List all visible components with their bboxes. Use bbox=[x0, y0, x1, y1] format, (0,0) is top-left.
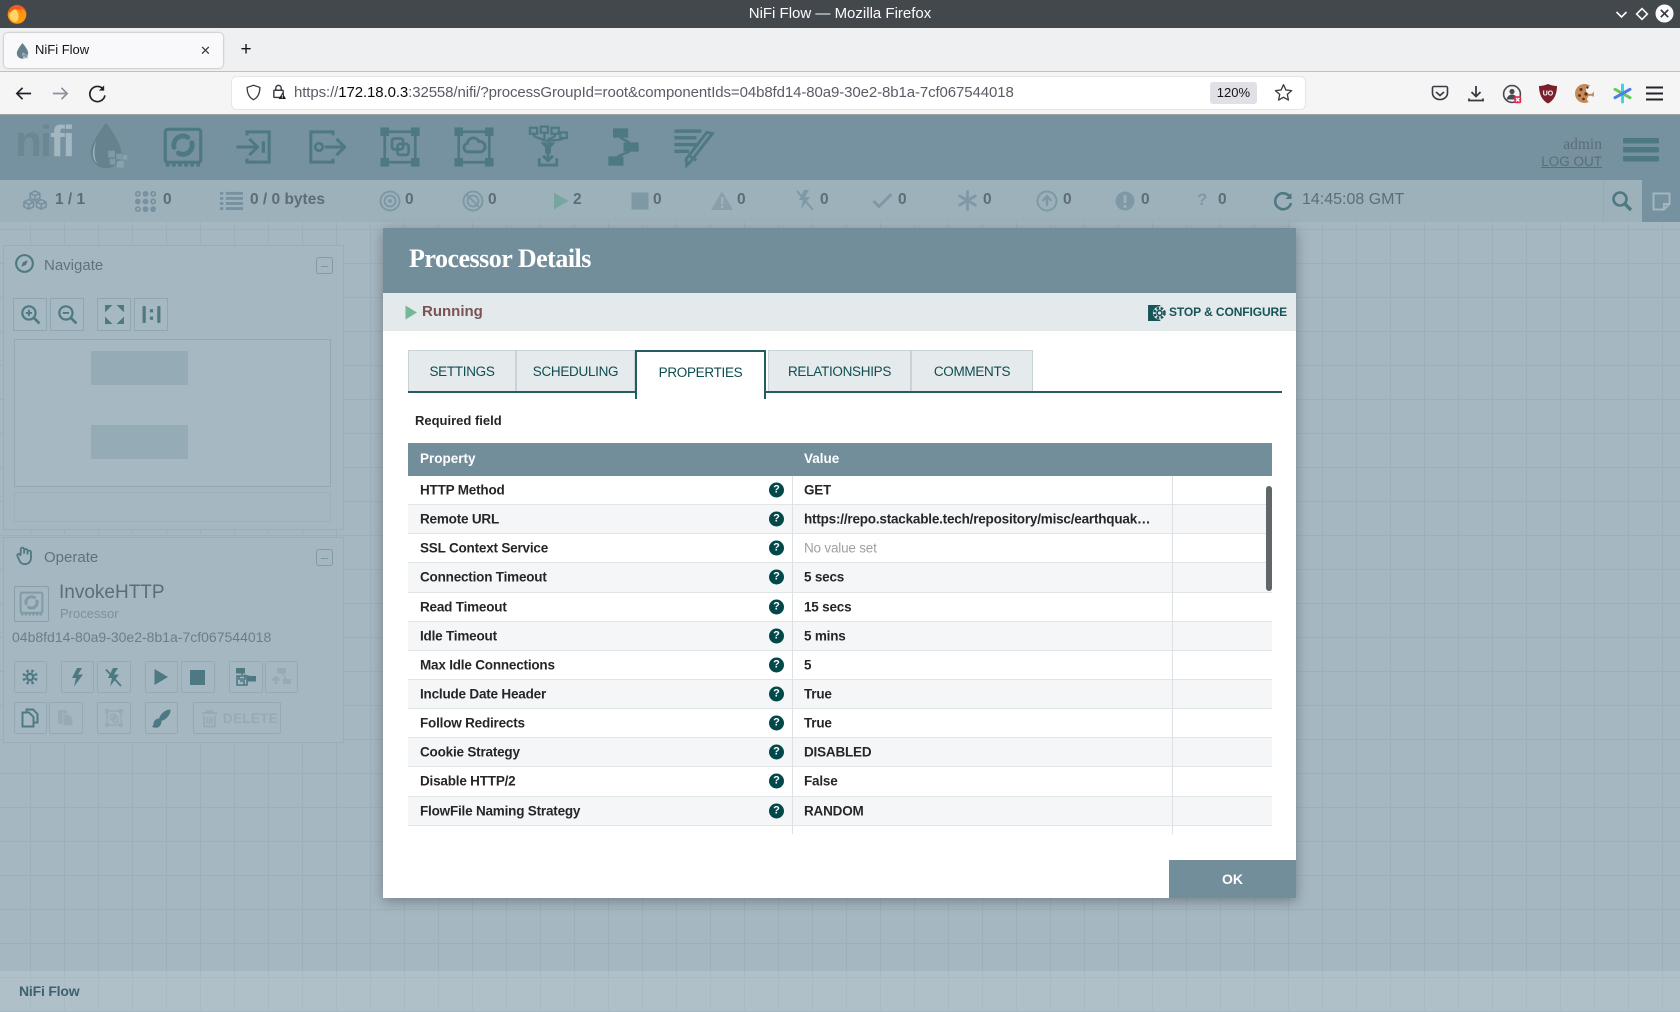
svg-text:UO: UO bbox=[1543, 91, 1554, 98]
